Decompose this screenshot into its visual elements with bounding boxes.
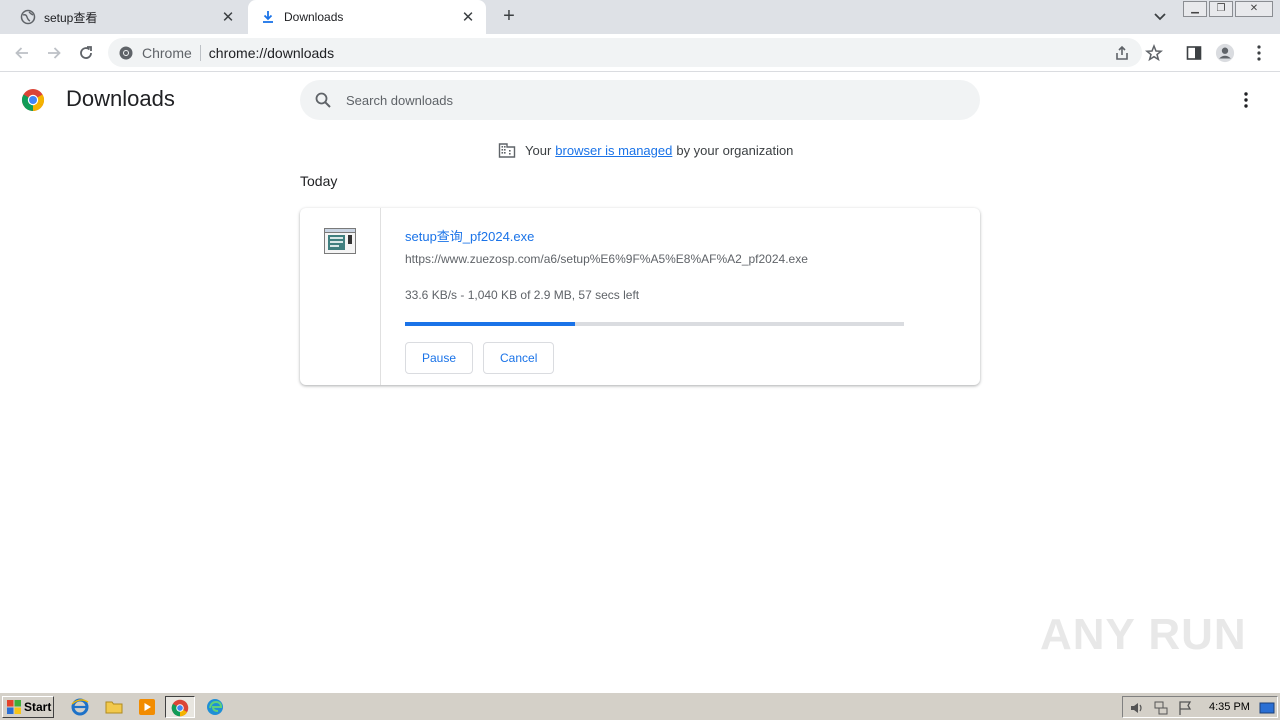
tab-strip: setup查看 ✕ Downloads ✕ + ▁ ❐ ✕ [0,0,1280,34]
start-button[interactable]: Start [2,696,54,718]
close-tab-icon[interactable]: ✕ [218,7,238,27]
divider [199,44,201,61]
download-filename-link[interactable]: setup查询_pf2024.exe [405,226,534,245]
back-arrow-icon [15,47,28,59]
new-tab-button[interactable]: + [498,6,520,28]
taskbar: Start 4:35 PM [0,692,1280,720]
menu-kebab-icon[interactable] [1249,43,1269,63]
restore-button[interactable]: ❐ [1209,1,1233,17]
clock[interactable]: 4:35 PM [1209,701,1250,713]
page-menu-icon[interactable] [1236,90,1256,110]
forward-arrow-icon [48,47,61,59]
site-chip: Chrome [142,44,192,61]
chrome-icon [171,699,189,717]
internet-explorer-icon[interactable] [71,698,89,716]
browser-toolbar: Chrome chrome://downloads [0,34,1280,72]
watermark: ANY RUN [1040,610,1247,659]
forward-button[interactable] [42,41,66,65]
bookmark-star-icon[interactable] [1144,43,1164,63]
cancel-button[interactable]: Cancel [483,342,555,374]
tab-setup[interactable]: setup查看 ✕ [8,0,246,34]
tab-title: setup查看 [44,10,98,25]
chrome-taskbar-button[interactable] [165,696,195,718]
close-window-button[interactable]: ✕ [1235,1,1273,17]
exe-file-icon [324,228,356,254]
network-icon[interactable] [1153,700,1169,716]
building-icon [498,143,516,158]
managed-link[interactable]: browser is managed [555,143,672,158]
volume-icon[interactable] [1129,700,1145,716]
file-explorer-icon[interactable] [105,698,123,716]
windows-flag-icon [7,700,21,714]
reload-icon [80,46,92,59]
download-item-card: setup查询_pf2024.exe https://www.zuezosp.c… [300,208,980,385]
edge-icon[interactable] [206,698,224,716]
download-progress-fill [405,322,575,326]
back-button[interactable] [10,41,34,65]
managed-notice: Your browser is managed by your organiza… [498,140,793,160]
media-player-icon[interactable] [138,698,156,716]
system-tray: 4:35 PM [1122,696,1278,718]
managed-text-after: by your organization [676,142,794,158]
tab-title: Downloads [284,10,344,24]
minimize-button[interactable]: ▁ [1183,1,1207,17]
search-input[interactable] [346,92,946,108]
globe-icon [20,9,36,25]
chevron-down-icon[interactable] [1150,8,1170,26]
download-icon [260,9,276,25]
profile-avatar-icon[interactable] [1215,43,1235,63]
chrome-logo-icon [21,88,45,112]
url-text[interactable]: chrome://downloads [209,45,334,61]
side-panel-icon[interactable] [1184,43,1204,63]
download-status-text: 33.6 KB/s - 1,040 KB of 2.9 MB, 57 secs … [405,288,640,302]
search-icon [315,92,331,108]
download-source-url[interactable]: https://www.zuezosp.com/a6/setup%E6%9F%A… [405,252,808,266]
search-box[interactable] [300,80,980,120]
page-title: Downloads [66,86,175,111]
tab-downloads[interactable]: Downloads ✕ [248,0,486,34]
action-center-flag-icon[interactable] [1177,700,1193,716]
close-tab-icon[interactable]: ✕ [458,7,478,27]
show-desktop-icon[interactable] [1259,700,1275,716]
file-icon-column [300,208,381,385]
date-section-label: Today [300,173,338,189]
share-icon[interactable] [1112,43,1132,63]
start-label: Start [24,700,52,714]
reload-button[interactable] [74,41,98,65]
managed-text-before: Your [525,142,552,158]
pause-button[interactable]: Pause [405,342,474,374]
chrome-icon [119,46,133,59]
address-bar[interactable]: Chrome chrome://downloads [108,38,1142,67]
download-progress-bar [405,322,904,326]
